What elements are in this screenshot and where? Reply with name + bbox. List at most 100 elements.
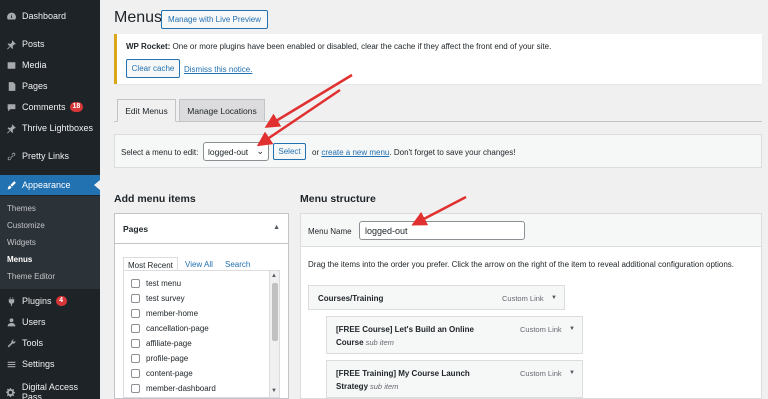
tab-edit-menus[interactable]: Edit Menus xyxy=(117,99,176,122)
nav-users-label: Users xyxy=(22,317,46,327)
scrollbar-thumb[interactable] xyxy=(272,283,278,341)
page-checkbox[interactable] xyxy=(131,369,140,378)
pages-panel-title[interactable]: Pages xyxy=(123,224,148,234)
comments-count-badge: 18 xyxy=(69,102,84,112)
nav-plugins[interactable]: Plugins 4 xyxy=(0,291,100,311)
page-label: cancellation-page xyxy=(146,324,209,333)
menu-item-title-line2: Strategy sub item xyxy=(336,382,398,391)
page-title: Menus xyxy=(114,9,163,26)
menu-item-title: [FREE Training] My Course Launch xyxy=(336,369,470,378)
nav-dashboard-label: Dashboard xyxy=(22,11,67,21)
menu-item-title-cont: Strategy xyxy=(336,382,369,391)
submenu-themes[interactable]: Themes xyxy=(7,204,36,213)
nav-digital-access-pass[interactable]: Digital Access Pass xyxy=(0,382,100,399)
nav-digital-access-pass-label: Digital Access Pass xyxy=(21,382,78,399)
menu-item-type: Custom Link xyxy=(520,325,562,334)
submenu-widgets[interactable]: Widgets xyxy=(7,238,36,247)
menu-item-free-training[interactable]: [FREE Training] My Course Launch Strateg… xyxy=(326,360,583,398)
collapse-arrow-icon[interactable]: ▲ xyxy=(273,224,280,231)
expand-arrow-icon[interactable]: ▼ xyxy=(551,295,557,301)
nav-settings[interactable]: Settings xyxy=(0,354,100,374)
page-label: test menu xyxy=(146,279,182,288)
nav-tools[interactable]: Tools xyxy=(0,333,100,353)
menu-structure-heading: Menu structure xyxy=(300,193,376,205)
list-item[interactable]: content-page xyxy=(131,369,193,378)
create-menu-text: or create a new menu. Don't forget to sa… xyxy=(312,148,515,157)
nav-media-label: Media xyxy=(22,60,47,70)
scroll-down-icon[interactable]: ▼ xyxy=(271,388,277,394)
nav-media[interactable]: Media xyxy=(0,55,100,75)
or-text: or xyxy=(312,148,322,157)
sub-item-label: sub item xyxy=(370,382,399,391)
plugins-count-badge: 4 xyxy=(55,296,67,306)
submenu-menus[interactable]: Menus xyxy=(7,255,32,264)
select-button[interactable]: Select xyxy=(273,143,306,160)
wrench-icon xyxy=(5,337,17,349)
nav-appearance[interactable]: Appearance xyxy=(0,175,100,195)
page-checkbox[interactable] xyxy=(131,279,140,288)
page-label: member-dashboard xyxy=(146,384,216,393)
menu-name-input[interactable]: logged-out xyxy=(359,221,525,240)
menu-item-title-line2: Course sub item xyxy=(336,338,394,347)
menu-select-dropdown[interactable]: logged-out ⌄ xyxy=(203,142,269,161)
nav-tools-label: Tools xyxy=(22,338,44,348)
menu-item-free-course[interactable]: [FREE Course] Let's Build an Online Cour… xyxy=(326,316,583,354)
list-item[interactable]: test survey xyxy=(131,294,185,303)
nav-pretty-links[interactable]: Pretty Links xyxy=(0,146,100,166)
scroll-up-icon[interactable]: ▲ xyxy=(271,273,277,279)
menu-structure-panel: Menu Name logged-out Drag the items into… xyxy=(300,213,762,399)
media-icon xyxy=(5,59,17,71)
page-label: member-home xyxy=(146,309,199,318)
list-item[interactable]: cancellation-page xyxy=(131,324,209,333)
page-checkbox[interactable] xyxy=(131,384,140,393)
expand-arrow-icon[interactable]: ▼ xyxy=(569,370,575,376)
list-item[interactable]: profile-page xyxy=(131,354,188,363)
menu-name-label: Menu Name xyxy=(308,227,352,236)
page-checkbox[interactable] xyxy=(131,309,140,318)
tab-manage-locations[interactable]: Manage Locations xyxy=(179,99,265,122)
comment-icon xyxy=(5,101,17,113)
pages-scrollbar[interactable]: ▲ ▼ xyxy=(269,271,279,397)
pages-panel: Pages ▲ Most Recent View All Search test… xyxy=(114,213,289,399)
dismiss-notice-link[interactable]: Dismiss this notice. xyxy=(184,65,252,74)
list-item[interactable]: test menu xyxy=(131,279,181,288)
nav-comments-label: Comments xyxy=(22,102,66,112)
nav-thrive-lightboxes[interactable]: Thrive Lightboxes xyxy=(0,118,100,138)
create-new-menu-link[interactable]: create a new menu xyxy=(321,148,389,157)
nav-thrive-lightboxes-label: Thrive Lightboxes xyxy=(22,123,94,133)
sub-item-label: sub item xyxy=(365,338,394,347)
page-checkbox[interactable] xyxy=(131,354,140,363)
manage-live-preview-button[interactable]: Manage with Live Preview xyxy=(161,10,268,29)
wp-rocket-notice: WP Rocket: One or more plugins have been… xyxy=(114,34,762,84)
page-checkbox[interactable] xyxy=(131,324,140,333)
nav-dashboard[interactable]: Dashboard xyxy=(0,6,100,26)
page-icon xyxy=(5,80,17,92)
clear-cache-button[interactable]: Clear cache xyxy=(126,59,180,78)
menu-item-courses-training[interactable]: Courses/Training Custom Link ▼ xyxy=(308,285,565,310)
page-label: content-page xyxy=(146,369,193,378)
page-checkbox[interactable] xyxy=(131,339,140,348)
expand-arrow-icon[interactable]: ▼ xyxy=(569,326,575,332)
page-label: profile-page xyxy=(146,354,189,363)
list-item[interactable]: affiliate-page xyxy=(131,339,192,348)
nav-users[interactable]: Users xyxy=(0,312,100,332)
nav-comments[interactable]: Comments 18 xyxy=(0,97,100,117)
notice-message: One or more plugins have been enabled or… xyxy=(170,42,552,51)
submenu-customize[interactable]: Customize xyxy=(7,221,45,230)
notice-text: WP Rocket: One or more plugins have been… xyxy=(126,42,551,51)
menu-item-type: Custom Link xyxy=(520,369,562,378)
settings-icon xyxy=(5,358,17,370)
page-label: test survey xyxy=(146,294,185,303)
submenu-theme-editor[interactable]: Theme Editor xyxy=(7,272,55,281)
list-item[interactable]: member-home xyxy=(131,309,198,318)
tab-search[interactable]: Search xyxy=(225,260,250,269)
pages-checklist: test menu test survey member-home cancel… xyxy=(123,270,280,398)
nav-posts[interactable]: Posts xyxy=(0,34,100,54)
page-checkbox[interactable] xyxy=(131,294,140,303)
appearance-submenu: Themes Customize Widgets Menus Theme Edi… xyxy=(0,196,100,289)
nav-appearance-label: Appearance xyxy=(22,180,71,190)
nav-pages[interactable]: Pages xyxy=(0,76,100,96)
page-label: affiliate-page xyxy=(146,339,192,348)
tab-view-all[interactable]: View All xyxy=(185,260,213,269)
list-item[interactable]: member-dashboard xyxy=(131,384,216,393)
